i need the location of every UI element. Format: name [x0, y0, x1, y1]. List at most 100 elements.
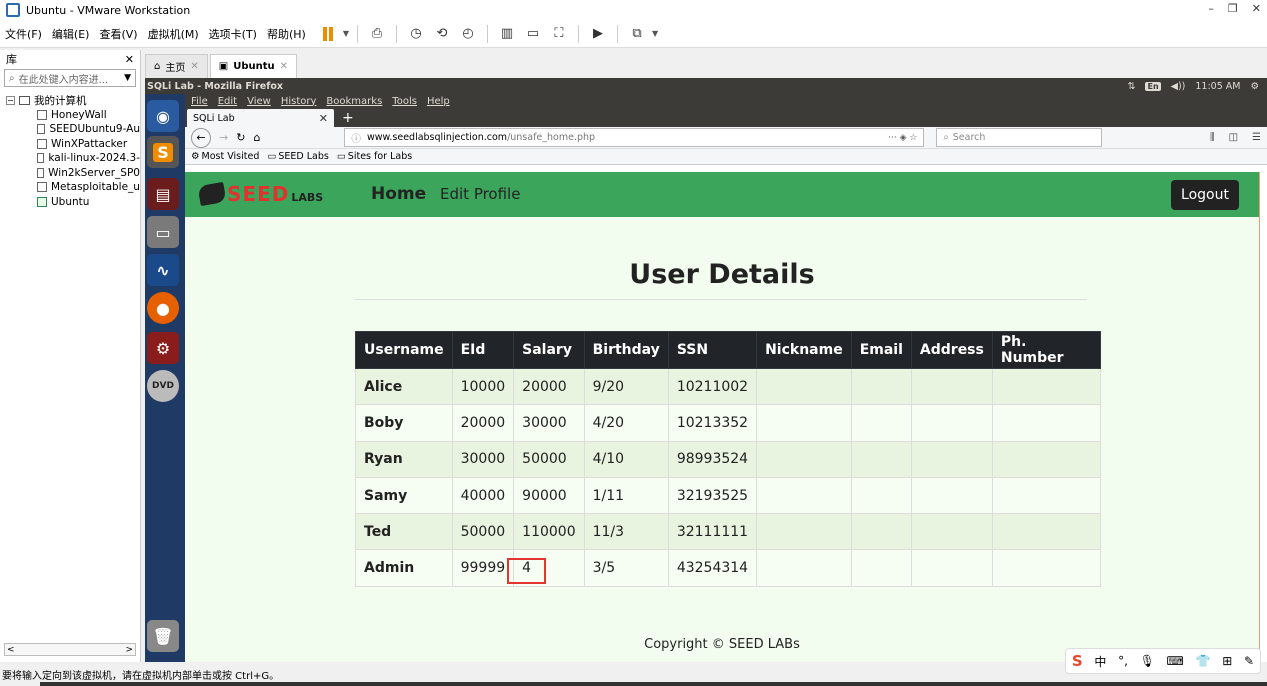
- punctuation-icon[interactable]: °,: [1118, 654, 1128, 668]
- nav-edit-profile-link[interactable]: Edit Profile: [440, 185, 520, 203]
- tab-close-icon[interactable]: ✕: [190, 61, 198, 72]
- close-icon[interactable]: ✕: [1252, 2, 1261, 15]
- minimize-icon[interactable]: –: [1208, 2, 1214, 15]
- settings-gear-icon[interactable]: ⚙: [1250, 81, 1259, 92]
- chevron-down-icon[interactable]: ▼: [124, 73, 131, 83]
- snapshot-icon[interactable]: ◷: [405, 23, 427, 45]
- page-scrollbar[interactable]: [1259, 172, 1267, 662]
- clock[interactable]: 11:05 AM: [1195, 81, 1240, 92]
- system-settings-icon[interactable]: ⚙: [147, 332, 179, 364]
- firefox-tab-strip: SQLi Lab ✕ +: [185, 108, 1267, 127]
- new-tab-icon[interactable]: +: [342, 109, 354, 127]
- tree-item-vm[interactable]: Win2kServer_SP0: [0, 166, 140, 181]
- tree-item-vm[interactable]: HoneyWall: [0, 108, 140, 123]
- library-search-input[interactable]: ⌕ 在此处键入内容进... ▼: [4, 69, 136, 87]
- keyboard-layout[interactable]: En: [1145, 81, 1161, 91]
- ime-toolbar: S 中 °, 🎙 ⌨ 👕 ⊞ ✎: [1065, 648, 1261, 674]
- cell-username: Samy: [355, 476, 453, 515]
- menu-vm[interactable]: 虚拟机(M): [143, 26, 204, 42]
- tab-close-icon[interactable]: ✕: [280, 61, 288, 72]
- ff-search-input[interactable]: ⌕ Search: [936, 128, 1103, 147]
- guest-display[interactable]: SQLi Lab - Mozilla Firefox ⇅ En ◀)) 11:0…: [145, 78, 1267, 662]
- collapse-icon[interactable]: −: [6, 95, 15, 105]
- snapshot-manager-icon[interactable]: ◴: [457, 23, 479, 45]
- bookmark-most-visited[interactable]: ⚙ Most Visited: [191, 151, 259, 162]
- sidebar-icon[interactable]: ◫: [1229, 132, 1238, 143]
- dvd-icon[interactable]: DVD: [147, 370, 179, 402]
- volume-icon[interactable]: ◀)): [1171, 81, 1186, 92]
- library-hscrollbar[interactable]: < >: [4, 643, 136, 656]
- bookmark-sites-for-labs[interactable]: ▭ Sites for Labs: [337, 151, 412, 162]
- seed-labs-logo[interactable]: SEED LABS: [197, 181, 323, 207]
- sublime-icon[interactable]: S: [147, 136, 179, 168]
- bookmark-seed-labs[interactable]: ▭ SEED Labs: [267, 151, 328, 162]
- ff-tab-sqli[interactable]: SQLi Lab ✕: [187, 109, 334, 127]
- ime-more-icon[interactable]: ✎: [1244, 654, 1254, 668]
- back-icon[interactable]: ←: [191, 127, 211, 148]
- scroll-right-icon[interactable]: >: [125, 645, 133, 655]
- tree-item-vm[interactable]: WinXPattacker: [0, 137, 140, 152]
- tree-root[interactable]: − 我的计算机: [0, 93, 140, 108]
- stretch-dropdown-icon[interactable]: ▼: [652, 29, 658, 38]
- tab-ubuntu[interactable]: ▣ Ubuntu ✕: [209, 54, 298, 78]
- wireshark-icon[interactable]: ∿: [147, 254, 179, 286]
- restore-icon[interactable]: ❐: [1228, 2, 1238, 15]
- ff-menu-file[interactable]: File: [191, 96, 208, 107]
- console-icon[interactable]: ▶: [587, 23, 609, 45]
- keyboard-icon[interactable]: ⌨: [1167, 654, 1184, 668]
- home-icon[interactable]: ⌂: [253, 131, 260, 144]
- column-header: Birthday: [583, 331, 669, 369]
- menu-tabs[interactable]: 选项卡(T): [204, 26, 262, 42]
- ff-menu-tools[interactable]: Tools: [392, 96, 417, 107]
- network-icon[interactable]: ⇅: [1128, 81, 1136, 92]
- firefox-icon[interactable]: ●: [147, 292, 179, 324]
- tree-item-vm[interactable]: Metasploitable_u: [0, 180, 140, 195]
- ff-menu-edit[interactable]: Edit: [218, 96, 237, 107]
- menu-help[interactable]: 帮助(H): [262, 26, 311, 42]
- scroll-left-icon[interactable]: <: [7, 645, 15, 655]
- ff-menu-history[interactable]: History: [281, 96, 317, 107]
- sogou-icon[interactable]: S: [1072, 652, 1083, 670]
- stretch-icon[interactable]: ⧉: [626, 23, 648, 45]
- power-dropdown-icon[interactable]: ▼: [343, 29, 349, 38]
- menu-file[interactable]: 文件(F): [0, 26, 47, 42]
- tree-item-vm[interactable]: kali-linux-2024.3-: [0, 151, 140, 166]
- tab-home[interactable]: ⌂ 主页 ✕: [145, 54, 208, 78]
- cell-eid: 20000: [451, 404, 515, 442]
- reload-icon[interactable]: ↻: [236, 131, 245, 144]
- dash-icon[interactable]: ◉: [147, 100, 179, 132]
- trash-icon[interactable]: 🗑: [147, 620, 179, 652]
- ime-lang-toggle[interactable]: 中: [1094, 653, 1106, 670]
- library-icon[interactable]: ⫼: [1210, 132, 1215, 143]
- terminal-icon[interactable]: ▤: [147, 178, 179, 210]
- logout-button[interactable]: Logout: [1171, 180, 1239, 210]
- ff-menu-help[interactable]: Help: [427, 96, 450, 107]
- send-keys-icon[interactable]: ⎙: [366, 23, 388, 45]
- forward-icon[interactable]: →: [219, 131, 228, 144]
- thumbnail-view-icon[interactable]: ▭: [522, 23, 544, 45]
- url-bar[interactable]: ⓘ www.seedlabsqlinjection.com /unsafe_ho…: [344, 128, 925, 147]
- apps-grid-icon[interactable]: ⊞: [1222, 654, 1232, 668]
- cell-username: Boby: [355, 404, 453, 442]
- tree-item-vm-running[interactable]: Ubuntu: [0, 195, 140, 210]
- microphone-icon[interactable]: 🎙: [1140, 654, 1155, 668]
- tree-item-vm[interactable]: SEEDUbuntu9-Au: [0, 122, 140, 137]
- hamburger-menu-icon[interactable]: ☰: [1252, 132, 1261, 143]
- pause-icon[interactable]: [317, 23, 339, 45]
- files-icon[interactable]: ▭: [147, 216, 179, 248]
- ff-menu-view[interactable]: View: [247, 96, 271, 107]
- library-close-icon[interactable]: ✕: [125, 53, 134, 66]
- cell-birthday: 3/5: [583, 549, 669, 587]
- nav-home-link[interactable]: Home: [371, 184, 426, 204]
- page-actions-icon[interactable]: ··· ◈ ☆: [888, 133, 917, 143]
- fullscreen-icon[interactable]: ⛶: [548, 23, 570, 45]
- revert-snapshot-icon[interactable]: ⟲: [431, 23, 453, 45]
- library-view-icon[interactable]: ▥: [496, 23, 518, 45]
- ff-menu-bookmarks[interactable]: Bookmarks: [326, 96, 382, 107]
- menu-edit[interactable]: 编辑(E): [47, 26, 95, 42]
- tab-close-icon[interactable]: ✕: [319, 112, 328, 125]
- menu-view[interactable]: 查看(V): [94, 26, 142, 42]
- vmware-title-bar: Ubuntu - VMware Workstation – ❐ ✕: [0, 0, 1267, 20]
- skin-icon[interactable]: 👕: [1196, 654, 1211, 668]
- info-icon[interactable]: ⓘ: [351, 131, 361, 145]
